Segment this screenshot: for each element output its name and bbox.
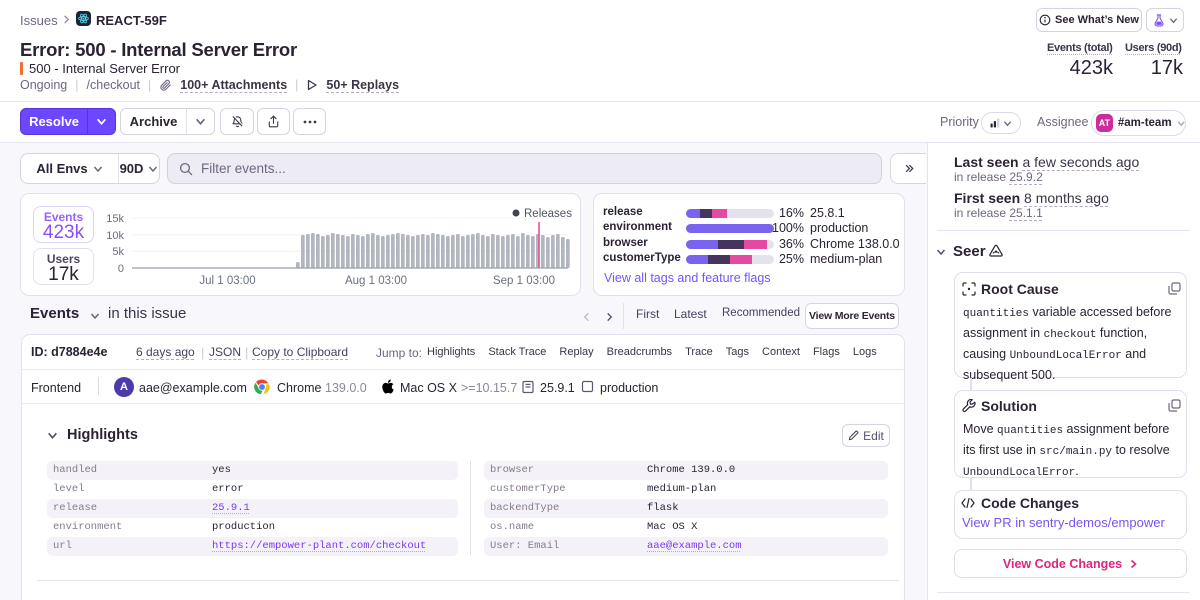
svg-text:15k: 15k [106,213,124,225]
svg-text:10k: 10k [106,230,124,242]
svg-text:Jul 1 03:00: Jul 1 03:00 [199,275,255,287]
svg-text:5k: 5k [112,246,124,258]
svg-text:Aug 1 03:00: Aug 1 03:00 [345,275,407,287]
svg-text:Releases: Releases [524,208,572,220]
svg-text:Sep 1 03:00: Sep 1 03:00 [493,275,555,287]
svg-text:0: 0 [118,263,124,275]
